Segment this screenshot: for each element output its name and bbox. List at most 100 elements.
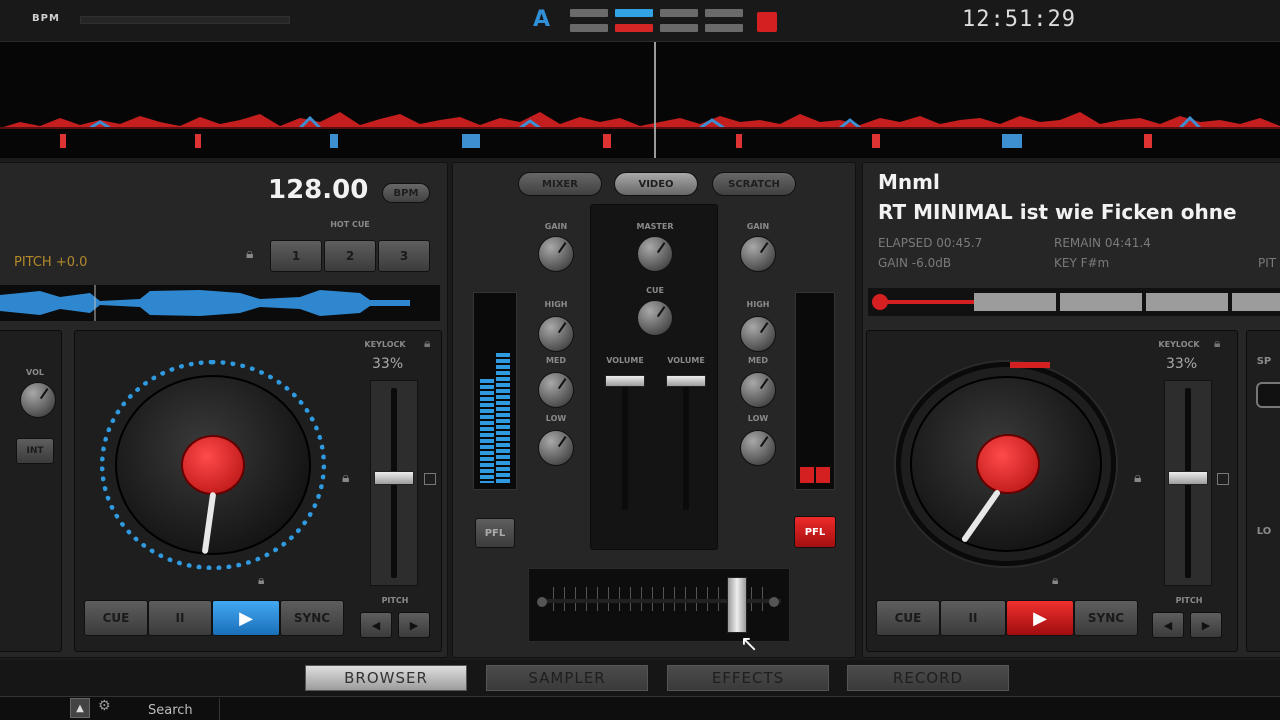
high-label-right: HIGH	[746, 300, 770, 309]
gain-label-left: GAIN	[544, 222, 568, 231]
master-label: MASTER	[636, 222, 674, 231]
pfl-button-right[interactable]: PFL	[794, 516, 836, 548]
keylock-label-left: KEYLOCK	[364, 340, 406, 349]
title-right: RT MINIMAL ist wie Ficken ohne	[878, 200, 1237, 224]
pitch-slider-handle-right[interactable]	[1168, 471, 1208, 485]
deck-b-indicator[interactable]	[757, 12, 777, 32]
lock-icon[interactable]: 🔒︎	[342, 470, 349, 486]
tab-mixer[interactable]: MIXER	[518, 172, 602, 196]
pitch-label-right: PITCH	[1175, 596, 1203, 605]
pitch-edge-right: PIT	[1258, 256, 1277, 270]
tab-record[interactable]: RECORD	[847, 665, 1009, 691]
sync-button-right[interactable]: SYNC	[1074, 600, 1138, 636]
crossfader-handle[interactable]	[727, 577, 747, 633]
int-button-left[interactable]: INT	[16, 438, 54, 464]
layout-indicator[interactable]	[660, 24, 698, 32]
med-knob-left[interactable]	[538, 372, 574, 408]
master-knob[interactable]	[637, 236, 673, 272]
layout-indicator[interactable]	[570, 9, 608, 17]
hotcue-1-button-left[interactable]: 1	[270, 240, 322, 272]
elapsed-right: ELAPSED 00:45.7	[878, 236, 983, 250]
track-waveform-left[interactable]	[0, 285, 440, 321]
pitch-label-left: PITCH	[381, 596, 409, 605]
vol-label-left: VOL	[26, 368, 44, 377]
key-right: KEY F#m	[1054, 256, 1110, 270]
lock-icon[interactable]: 🔒︎	[1134, 470, 1141, 486]
low-knob-left[interactable]	[538, 430, 574, 466]
pitch-up-button-left[interactable]: ▶	[398, 612, 430, 638]
lock-icon[interactable]: 🔒︎	[1052, 573, 1058, 588]
high-knob-right[interactable]	[740, 316, 776, 352]
tab-sampler[interactable]: SAMPLER	[486, 665, 648, 691]
gain-label-right: GAIN	[746, 222, 770, 231]
tab-browser[interactable]: BROWSER	[305, 665, 467, 691]
gain-knob-right[interactable]	[740, 236, 776, 272]
pause-button-right[interactable]: II	[940, 600, 1006, 636]
artist-right: Mnml	[878, 170, 940, 194]
gain-knob-left[interactable]	[538, 236, 574, 272]
hotcue-3-button-left[interactable]: 3	[378, 240, 430, 272]
pitch-reset-icon-right[interactable]	[1217, 473, 1229, 485]
gain-right: GAIN -6.0dB	[878, 256, 952, 270]
crossfader-right-dot	[769, 597, 779, 607]
effects-edge-toggle-right[interactable]	[1256, 382, 1280, 408]
pitch-slider-handle-left[interactable]	[374, 471, 414, 485]
lock-icon[interactable]: 🔒︎	[258, 573, 264, 588]
keylock-value-left: 33%	[372, 356, 404, 372]
cue-button-left[interactable]: CUE	[84, 600, 148, 636]
cue-button-right[interactable]: CUE	[876, 600, 940, 636]
track-waveform-right[interactable]	[868, 288, 1280, 316]
pitch-down-button-right[interactable]: ◀	[1152, 612, 1184, 638]
lock-icon[interactable]: 🔒︎	[424, 336, 430, 351]
hotcue-2-button-left[interactable]: 2	[324, 240, 376, 272]
bpm-button-left[interactable]: BPM	[382, 183, 430, 203]
pitch-reset-icon-left[interactable]	[424, 473, 436, 485]
clock: 12:51:29	[962, 7, 1076, 32]
mouse-cursor-icon: ↖	[740, 632, 759, 657]
hotcue-label-left: HOT CUE	[330, 220, 370, 229]
pfl-button-left[interactable]: PFL	[475, 518, 515, 548]
vu-meter-right-bar1	[800, 467, 814, 483]
volume-label-right: VOLUME	[667, 356, 705, 365]
volume-fader-handle-right[interactable]	[666, 375, 706, 387]
layout-indicator-active-blue[interactable]	[615, 9, 653, 17]
jog-ring-marker-right	[1010, 362, 1050, 368]
layout-indicator[interactable]	[705, 9, 743, 17]
low-label-left: LOW	[545, 414, 567, 423]
sync-button-left[interactable]: SYNC	[280, 600, 344, 636]
cue-knob[interactable]	[637, 300, 673, 336]
waveform-rhythm-display	[0, 42, 1280, 158]
volume-fader-track-left[interactable]	[622, 380, 628, 510]
volume-fader-handle-left[interactable]	[605, 375, 645, 387]
waveform-overview[interactable]	[0, 42, 1280, 158]
vu-meter-right	[795, 292, 835, 490]
tab-effects[interactable]: EFFECTS	[667, 665, 829, 691]
lock-icon[interactable]: 🔒︎	[1214, 336, 1220, 351]
layout-indicator[interactable]	[705, 24, 743, 32]
low-knob-right[interactable]	[740, 430, 776, 466]
med-label-right: MED	[747, 356, 769, 365]
settings-icon[interactable]: ⚙	[98, 698, 111, 714]
pitch-down-button-left[interactable]: ◀	[360, 612, 392, 638]
pitch-up-button-right[interactable]: ▶	[1190, 612, 1222, 638]
lock-icon[interactable]: 🔒︎	[246, 246, 253, 262]
layout-indicator-active-red[interactable]	[615, 24, 653, 32]
deck-a-indicator[interactable]: A	[533, 7, 550, 32]
search-label[interactable]: Search	[148, 703, 193, 718]
pause-button-left[interactable]: II	[148, 600, 212, 636]
layout-indicator[interactable]	[570, 24, 608, 32]
waveform-grey-right	[974, 293, 1280, 311]
tab-scratch[interactable]: SCRATCH	[712, 172, 796, 196]
app-logo: BPM	[32, 13, 60, 24]
med-knob-right[interactable]	[740, 372, 776, 408]
tab-video[interactable]: VIDEO	[614, 172, 698, 196]
jog-center-right	[976, 434, 1040, 494]
volume-fader-track-right[interactable]	[683, 380, 689, 510]
up-arrow-icon[interactable]: ▲	[70, 698, 90, 718]
play-button-right[interactable]: ▶	[1006, 600, 1074, 636]
high-knob-left[interactable]	[538, 316, 574, 352]
layout-indicator[interactable]	[660, 9, 698, 17]
left-effects-panel	[0, 330, 62, 652]
play-button-left[interactable]: ▶	[212, 600, 280, 636]
vol-knob-left[interactable]	[20, 382, 56, 418]
